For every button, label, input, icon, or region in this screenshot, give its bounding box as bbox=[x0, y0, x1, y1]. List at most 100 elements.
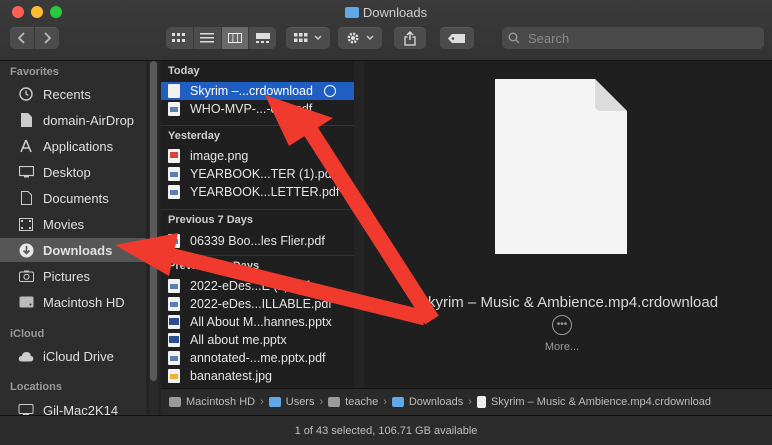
sidebar-item-desktop[interactable]: Desktop bbox=[0, 160, 146, 184]
search-input[interactable] bbox=[526, 29, 750, 47]
sidebar-item-airdrop[interactable]: domain-AirDrop bbox=[0, 108, 146, 132]
action-menu-button[interactable] bbox=[338, 27, 382, 49]
home-icon bbox=[328, 397, 341, 407]
sidebar-item-label: Macintosh HD bbox=[43, 294, 125, 310]
group-heading-previous-7-days: Previous 7 Days bbox=[161, 209, 354, 229]
forward-button[interactable] bbox=[35, 27, 59, 49]
sidebar-item-documents[interactable]: Documents bbox=[0, 186, 146, 210]
path-item-macintosh-hd[interactable]: Macintosh HD bbox=[169, 396, 255, 408]
ellipsis-icon: ••• bbox=[552, 315, 572, 335]
folder-icon bbox=[391, 397, 404, 407]
sidebar-item-label: iCloud Drive bbox=[43, 348, 114, 364]
file-row[interactable]: YEARBOOK...TER (1).pdf bbox=[161, 165, 354, 183]
path-item-downloads[interactable]: Downloads bbox=[391, 396, 464, 408]
sidebar-heading-icloud: iCloud bbox=[10, 328, 45, 340]
sidebar-scrollbar-thumb[interactable] bbox=[150, 61, 157, 381]
sidebar-heading-favorites: Favorites bbox=[10, 66, 59, 78]
share-button[interactable] bbox=[394, 27, 426, 49]
list-view-icon bbox=[200, 33, 215, 43]
file-name: WHO-MVP-...-eng.pdf bbox=[190, 102, 313, 116]
tags-button[interactable] bbox=[440, 27, 474, 49]
sidebar-item-movies[interactable]: Movies bbox=[0, 212, 146, 236]
film-icon bbox=[17, 216, 35, 232]
chevron-right-icon: › bbox=[468, 396, 472, 408]
file-row[interactable]: bananatest.jpg bbox=[161, 367, 354, 385]
path-item-users[interactable]: Users bbox=[268, 396, 315, 408]
file-name: image.png bbox=[190, 149, 249, 163]
group-heading-today: Today bbox=[168, 65, 200, 77]
column-scrollbar[interactable] bbox=[354, 61, 362, 387]
download-progress-icon[interactable] bbox=[324, 85, 336, 97]
pptx-file-icon bbox=[168, 315, 180, 329]
sidebar-item-icloud-drive[interactable]: iCloud Drive bbox=[0, 344, 146, 368]
sidebar-item-pictures[interactable]: Pictures bbox=[0, 264, 146, 288]
status-bar: 1 of 43 selected, 106.71 GB available bbox=[0, 415, 772, 445]
sidebar-scrollbar[interactable] bbox=[149, 61, 158, 419]
document-icon bbox=[168, 84, 180, 98]
group-by-button[interactable] bbox=[286, 27, 330, 49]
file-row[interactable]: image.png bbox=[161, 147, 354, 165]
sidebar-item-recents[interactable]: Recents bbox=[0, 82, 146, 106]
sidebar-item-label: Recents bbox=[43, 86, 91, 102]
sidebar-item-applications[interactable]: Applications bbox=[0, 134, 146, 158]
pdf-file-icon bbox=[168, 102, 180, 116]
file-row[interactable]: YEARBOOK...LETTER.pdf bbox=[161, 183, 354, 201]
sidebar-item-label: Downloads bbox=[43, 242, 113, 258]
sidebar-item-label: Pictures bbox=[43, 268, 90, 284]
finder-window: Downloads Search Favorites Recents domai… bbox=[0, 0, 772, 445]
file-row[interactable]: 06339 Boo...les Flier.pdf bbox=[161, 232, 354, 250]
status-text: 1 of 43 selected, 106.71 GB available bbox=[294, 424, 478, 437]
file-name: Skyrim –...crdownload bbox=[190, 84, 313, 98]
file-row[interactable]: WHO-MVP-...-eng.pdf bbox=[161, 100, 354, 118]
share-icon bbox=[404, 30, 416, 46]
pdf-file-icon bbox=[168, 351, 180, 365]
file-row[interactable]: All About M...hannes.pptx bbox=[161, 313, 354, 331]
more-button[interactable]: ••• More... bbox=[538, 315, 586, 353]
path-item-label: Users bbox=[285, 396, 315, 408]
file-name: All about me.pptx bbox=[190, 333, 287, 347]
path-item-file[interactable]: Skyrim – Music & Ambience.mp4.crdownload bbox=[476, 396, 711, 408]
path-item-label: teache bbox=[345, 396, 379, 408]
file-name: annotated-...me.pptx.pdf bbox=[190, 351, 326, 365]
document-icon bbox=[17, 190, 35, 206]
sidebar-heading-locations: Locations bbox=[10, 381, 62, 393]
pdf-file-icon bbox=[168, 279, 180, 293]
document-preview-icon bbox=[495, 79, 627, 254]
column-view-button[interactable] bbox=[221, 27, 250, 49]
search-field[interactable] bbox=[502, 27, 764, 49]
sidebar: Favorites Recents domain-AirDrop Applica… bbox=[0, 61, 146, 419]
sidebar-item-downloads[interactable]: Downloads bbox=[0, 238, 146, 262]
file-name: 2022-eDes...E (1).pdf bbox=[190, 279, 310, 293]
chevron-down-icon bbox=[314, 35, 322, 41]
file-row[interactable]: 2022-eDes...E (1).pdf bbox=[161, 277, 354, 295]
pdf-file-icon bbox=[168, 234, 180, 248]
pdf-file-icon bbox=[168, 185, 180, 199]
sidebar-item-label: domain-AirDrop bbox=[43, 112, 135, 128]
chevron-right-icon bbox=[44, 32, 51, 44]
sidebar-item-label: Documents bbox=[43, 190, 109, 206]
search-icon bbox=[508, 32, 520, 44]
gallery-view-button[interactable] bbox=[249, 27, 276, 49]
window-title-label: Downloads bbox=[362, 5, 428, 20]
back-button[interactable] bbox=[10, 27, 34, 49]
sidebar-item-label: Movies bbox=[43, 216, 85, 232]
icon-view-button[interactable] bbox=[166, 27, 194, 49]
pdf-file-icon bbox=[168, 297, 180, 311]
sidebar-item-label: Desktop bbox=[43, 164, 91, 180]
chevron-right-icon: › bbox=[319, 396, 324, 408]
file-row-skyrim[interactable]: Skyrim –...crdownload bbox=[161, 82, 354, 100]
path-item-label: Downloads bbox=[408, 396, 464, 408]
path-item-label: Macintosh HD bbox=[186, 396, 256, 408]
file-row[interactable]: All about me.pptx bbox=[161, 331, 354, 349]
file-row[interactable]: 2022-eDes...ILLABLE.pdf bbox=[161, 295, 354, 313]
download-icon bbox=[17, 242, 35, 258]
list-view-button[interactable] bbox=[194, 27, 222, 49]
group-grid-icon bbox=[294, 33, 308, 42]
toolbar: Downloads bbox=[0, 0, 772, 61]
document-icon bbox=[17, 112, 35, 128]
file-name: YEARBOOK...LETTER.pdf bbox=[190, 185, 340, 199]
path-item-home[interactable]: teache bbox=[328, 396, 378, 408]
preview-filename: Skyrim – Music & Ambience.mp4.crdownload bbox=[417, 294, 719, 311]
sidebar-item-macintosh-hd[interactable]: Macintosh HD bbox=[0, 290, 146, 314]
file-row[interactable]: annotated-...me.pptx.pdf bbox=[161, 349, 354, 367]
